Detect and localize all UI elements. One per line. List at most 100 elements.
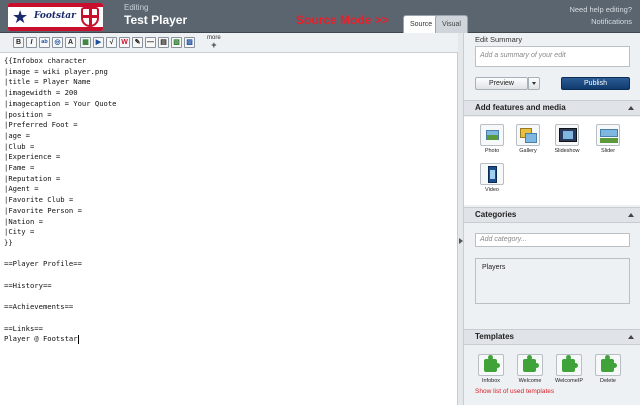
england-crest-icon — [81, 7, 99, 27]
math-button[interactable]: √ — [106, 37, 117, 48]
editor-line: {{Infobox character — [4, 56, 87, 65]
editor-textarea[interactable]: {{Infobox character |image = wiki player.… — [4, 56, 117, 345]
template-item-label: Welcome — [518, 378, 542, 384]
editor-toolbar: B I ab ◎ A ▦ ▶ √ W ✎ — ▤ ▧ ▨ more + — [0, 33, 458, 53]
add-category-input[interactable]: Add category... — [475, 233, 630, 247]
categories-section-body: Add category... Players — [464, 224, 640, 321]
editor-line: Player @ Footstar — [4, 334, 79, 344]
help-link[interactable]: Need help editing? — [569, 5, 632, 14]
publish-button[interactable]: Publish — [561, 77, 630, 90]
puzzle-icon — [556, 354, 582, 376]
signature-button[interactable]: ✎ — [132, 37, 143, 48]
media-item-label: Photo — [484, 148, 500, 154]
editor-line: |age = — [4, 130, 30, 140]
text-caret — [77, 334, 79, 344]
template-welcome-button[interactable]: Welcome — [515, 354, 545, 386]
slider-icon — [596, 124, 620, 146]
editor-header: ★ Footstar Editing Test Player Source Mo… — [0, 0, 640, 33]
media-section-header[interactable]: Add features and media — [464, 100, 640, 116]
editor-line: |Favorite Club = — [4, 195, 74, 205]
photo-icon — [480, 124, 504, 146]
editor-line: |City = — [4, 227, 35, 237]
italic-button[interactable]: I — [26, 37, 37, 48]
editor-line: |Reputation = — [4, 173, 61, 183]
templates-section-body: Infobox Welcome WelcomeIP Delete — [464, 346, 640, 405]
editor-line: ==Links== — [4, 323, 43, 333]
preview-dropdown-button[interactable] — [528, 77, 540, 90]
add-video-button[interactable]: Video — [478, 163, 506, 195]
media-section-body: Photo Gallery Slideshow Slider Video — [464, 117, 640, 205]
template-delete-button[interactable]: Delete — [593, 354, 623, 386]
puzzle-icon — [595, 354, 621, 376]
preview-button[interactable]: Preview — [475, 77, 528, 90]
nowiki-button[interactable]: W — [119, 37, 130, 48]
templates-section-header[interactable]: Templates — [464, 329, 640, 345]
table-button[interactable]: ▤ — [158, 37, 169, 48]
template-item-label: Infobox — [481, 378, 501, 384]
editor-line: |title = Player Name — [4, 77, 91, 87]
editor-line: |image = wiki player.png — [4, 66, 108, 76]
heading-button[interactable]: A — [65, 37, 76, 48]
page-title: Test Player — [124, 13, 188, 27]
editor-line: }} — [4, 237, 13, 247]
logo-stripe — [8, 27, 103, 31]
collapse-arrow-icon — [459, 238, 463, 244]
tab-visual[interactable]: Visual — [435, 15, 468, 33]
editor-line: |Fame = — [4, 163, 35, 173]
internal-link-button[interactable]: ab — [39, 37, 50, 48]
editor-line: |Favorite Person = — [4, 205, 82, 215]
category-list: Players — [475, 258, 630, 304]
horizontal-line-button[interactable]: — — [145, 37, 156, 48]
gallery-button[interactable]: ▧ — [171, 37, 182, 48]
external-link-button[interactable]: ◎ — [52, 37, 63, 48]
source-editor[interactable]: {{Infobox character |image = wiki player.… — [0, 53, 458, 405]
editor-line: ==History== — [4, 280, 52, 290]
add-slider-button[interactable]: Slider — [594, 124, 622, 156]
add-slideshow-button[interactable]: Slideshow — [553, 124, 581, 156]
tab-source[interactable]: Source — [403, 15, 440, 33]
categories-section-title: Categories — [475, 210, 517, 219]
gallery-icon — [516, 124, 540, 146]
template-item-label: Delete — [600, 378, 616, 384]
media-item-label: Video — [485, 187, 499, 193]
notifications-link[interactable]: Notifications — [591, 17, 632, 26]
categories-section-header[interactable]: Categories — [464, 207, 640, 223]
video-icon — [480, 163, 504, 185]
edit-summary-input[interactable]: Add a summary of your edit — [475, 46, 630, 67]
more-button[interactable]: more + — [207, 35, 221, 50]
category-item[interactable]: Players — [482, 264, 623, 271]
collapse-chevron-icon — [628, 213, 634, 217]
template-item-label: WelcomeIP — [554, 378, 584, 384]
star-icon: ★ — [12, 7, 29, 27]
edit-summary-heading: Edit Summary — [475, 35, 523, 44]
media-item-label: Slider — [600, 148, 616, 154]
editor-line: ==Player Profile== — [4, 259, 82, 269]
bold-button[interactable]: B — [13, 37, 24, 48]
media-item-label: Gallery — [519, 148, 537, 154]
editor-line: |imagecaption = Your Quote — [4, 98, 117, 108]
plus-icon: + — [211, 40, 217, 50]
slideshow-button[interactable]: ▨ — [184, 37, 195, 48]
media-item-label: Slideshow — [554, 148, 580, 154]
show-templates-link[interactable]: Show list of used templates — [475, 388, 554, 395]
source-mode-annotation: Source Mode >> — [296, 13, 389, 27]
editor-line: |position = — [4, 109, 52, 119]
add-photo-button[interactable]: Photo — [478, 124, 506, 156]
slideshow-icon — [555, 124, 579, 146]
editor-line: |Agent = — [4, 184, 39, 194]
media-button[interactable]: ▶ — [93, 37, 104, 48]
template-welcomeip-button[interactable]: WelcomeIP — [554, 354, 584, 386]
add-gallery-button[interactable]: Gallery — [514, 124, 542, 156]
template-infobox-button[interactable]: Infobox — [476, 354, 506, 386]
site-logo[interactable]: ★ Footstar — [8, 3, 103, 31]
editor-line: |Club = — [4, 141, 35, 151]
image-button[interactable]: ▦ — [80, 37, 91, 48]
logo-text: Footstar — [34, 11, 76, 21]
templates-section-title: Templates — [475, 332, 514, 341]
puzzle-icon — [517, 354, 543, 376]
editing-label: Editing — [124, 3, 149, 12]
editor-line: |Experience = — [4, 152, 61, 162]
